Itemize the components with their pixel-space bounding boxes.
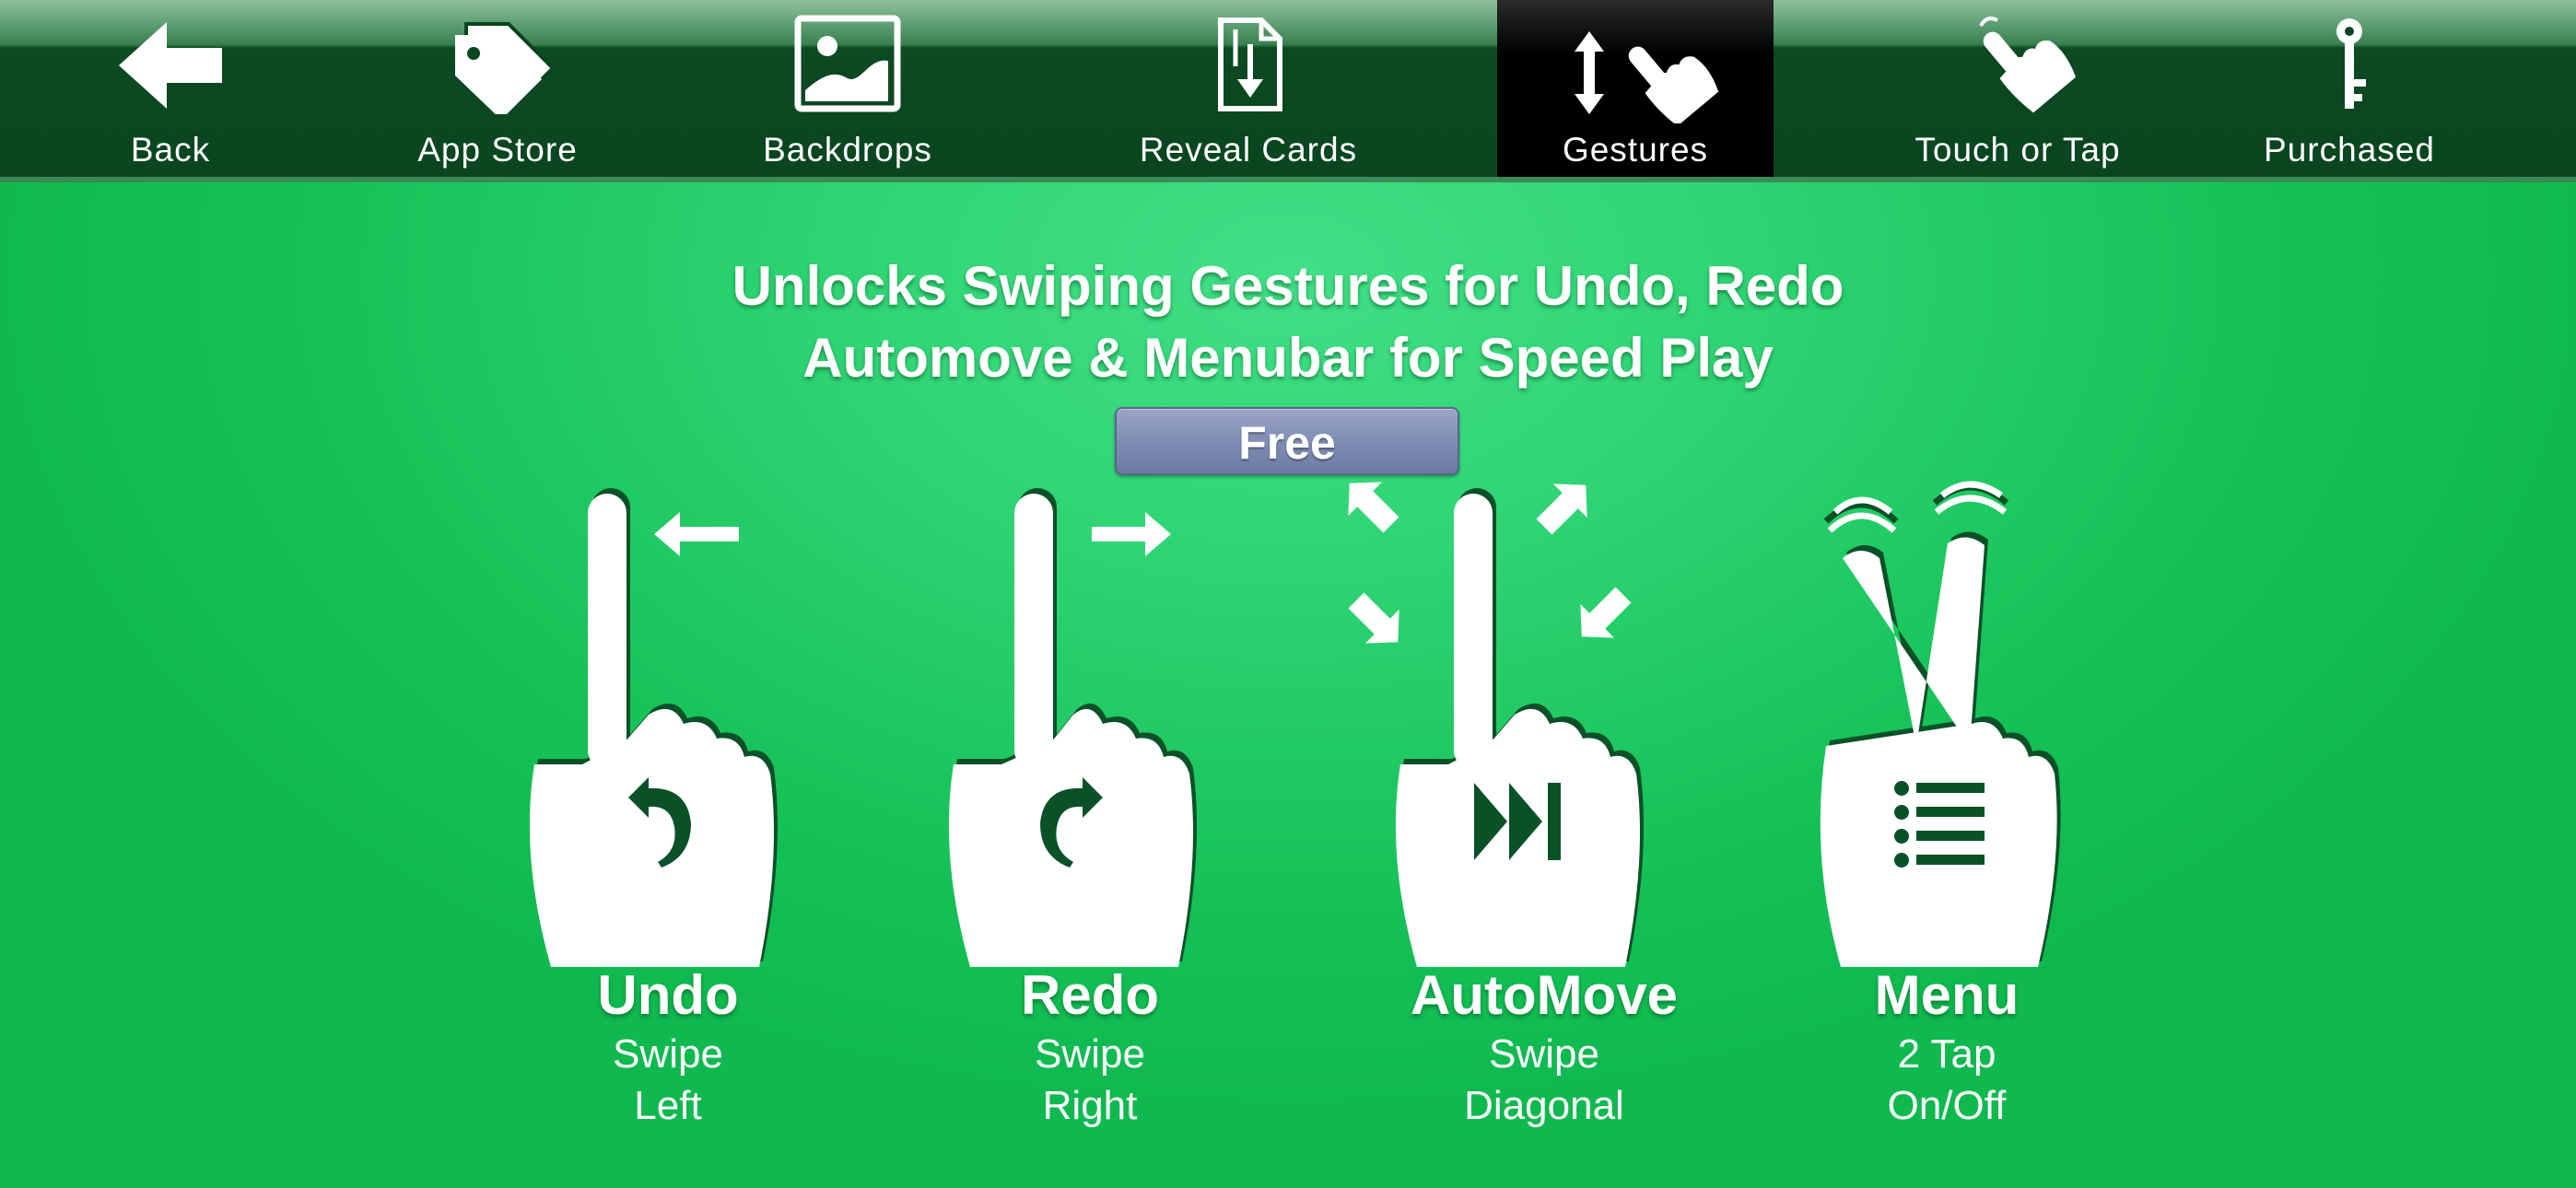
reveal-cards-label: Reveal Cards	[1139, 131, 1358, 169]
app-store-label: App Store	[417, 131, 578, 169]
automove-caption: AutoMove Swipe Diagonal	[1351, 962, 1738, 1132]
menu-gesture	[1813, 470, 2062, 967]
tap-hand-icon	[1979, 17, 2077, 113]
two-finger-tap-hand-icon	[1820, 481, 2061, 967]
back-button[interactable]: Back	[88, 0, 253, 177]
undo-gesture	[525, 470, 792, 967]
redo-caption: Redo Swipe Right	[896, 962, 1283, 1132]
gestures-icon	[1575, 31, 1718, 123]
swipe-right-hand-icon	[948, 488, 1197, 967]
automove-title: AutoMove	[1411, 964, 1678, 1026]
undo-title: Undo	[597, 964, 739, 1026]
back-button-label: Back	[130, 131, 211, 169]
menu-caption: Menu 2 Tap On/Off	[1753, 962, 2140, 1132]
card-reveal-icon	[1218, 17, 1282, 111]
key-icon	[2336, 18, 2366, 109]
picture-icon	[794, 15, 901, 112]
price-button[interactable]: Free	[1115, 407, 1459, 475]
swipe-left-hand-icon	[529, 488, 778, 967]
back-arrow-icon	[119, 22, 222, 109]
menu-title: Menu	[1874, 964, 2020, 1026]
redo-line-2: Right	[1042, 1083, 1138, 1128]
touch-or-tap-label: Touch or Tap	[1914, 131, 2121, 169]
top-toolbar: Back App Store Backdrops Reveal Cards Ge…	[0, 0, 2576, 182]
undo-line-2: Left	[634, 1083, 702, 1128]
purchased-label: Purchased	[2264, 131, 2435, 169]
undo-caption: Undo Swipe Left	[474, 962, 861, 1132]
menu-line-1: 2 Tap	[1897, 1031, 1996, 1077]
heading-line-1: Unlocks Swiping Gestures for Undo, Redo	[732, 255, 1844, 317]
reveal-cards-button[interactable]: Reveal Cards	[1119, 0, 1377, 177]
price-tag-icon	[455, 22, 553, 114]
heading-line-2: Automove & Menubar for Speed Play	[802, 327, 1774, 389]
automove-line-2: Diagonal	[1464, 1083, 1624, 1128]
redo-gesture	[944, 470, 1212, 967]
swipe-diagonal-hand-icon	[1348, 482, 1644, 967]
automove-line-1: Swipe	[1489, 1031, 1599, 1077]
purchased-button[interactable]: Purchased	[2248, 0, 2451, 177]
backdrops-button[interactable]: Backdrops	[746, 0, 949, 177]
gestures-label: Gestures	[1562, 131, 1709, 169]
touch-or-tap-button[interactable]: Touch or Tap	[1898, 0, 2137, 177]
app-store-button[interactable]: App Store	[396, 0, 599, 177]
redo-title: Redo	[1021, 964, 1159, 1026]
redo-line-1: Swipe	[1035, 1031, 1145, 1077]
menu-line-2: On/Off	[1887, 1083, 2007, 1128]
gestures-tab-active[interactable]: Gestures	[1497, 0, 1774, 177]
automove-gesture	[1336, 470, 1649, 967]
backdrops-label: Backdrops	[763, 131, 932, 169]
feature-heading: Unlocks Swiping Gestures for Undo, Redo …	[0, 250, 2576, 394]
undo-line-1: Swipe	[613, 1031, 723, 1077]
